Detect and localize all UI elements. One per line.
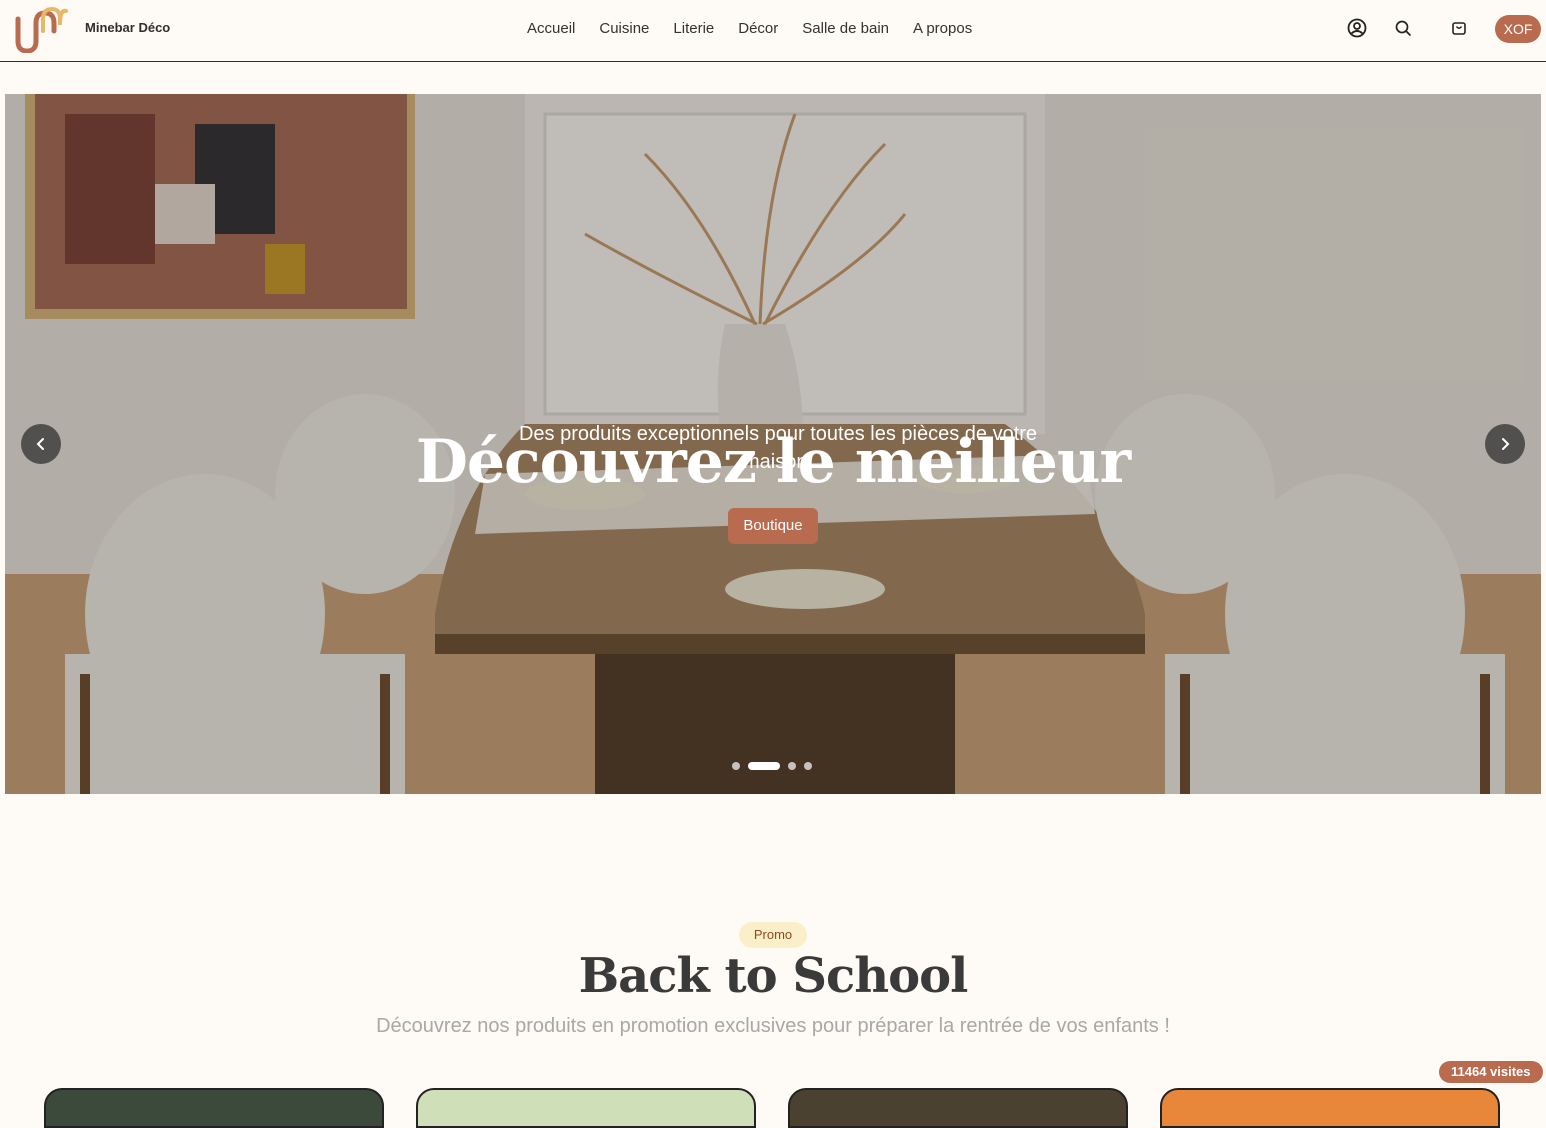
nav-decor[interactable]: Décor: [726, 18, 790, 40]
section-title: Back to School: [578, 948, 969, 1004]
brand-logo[interactable]: [10, 5, 72, 53]
product-card[interactable]: [416, 1088, 756, 1128]
carousel-dot[interactable]: [804, 762, 812, 770]
nav-accueil[interactable]: Accueil: [515, 18, 587, 40]
carousel-next-button[interactable]: [1485, 424, 1525, 464]
nav-literie[interactable]: Literie: [661, 18, 726, 40]
chevron-right-icon: [1502, 438, 1510, 450]
product-card[interactable]: [1160, 1088, 1500, 1128]
nav-cuisine[interactable]: Cuisine: [587, 18, 661, 40]
hero-carousel: Découvrez le meilleur Des produits excep…: [5, 94, 1541, 794]
search-icon[interactable]: [1392, 17, 1414, 39]
cart-icon[interactable]: [1448, 17, 1470, 39]
visit-counter-badge: 11464 visites: [1439, 1061, 1543, 1083]
boutique-button[interactable]: Boutique: [728, 508, 818, 544]
carousel-dots: [732, 762, 812, 770]
currency-selector[interactable]: XOF: [1495, 15, 1541, 43]
product-card[interactable]: [44, 1088, 384, 1128]
section-subtitle: Découvrez nos produits en promotion excl…: [376, 1015, 1170, 1037]
user-icon[interactable]: [1346, 17, 1368, 39]
product-card[interactable]: [788, 1088, 1128, 1128]
main-nav: Accueil Cuisine Literie Décor Salle de b…: [515, 18, 984, 40]
site-header: Minebar Déco Accueil Cuisine Literie Déc…: [0, 0, 1546, 62]
hero-subtitle: Des produits exceptionnels pour toutes l…: [518, 423, 1038, 473]
nav-salle-de-bain[interactable]: Salle de bain: [790, 18, 901, 40]
promo-badge: Promo: [739, 922, 807, 948]
brand-name[interactable]: Minebar Déco: [85, 20, 170, 35]
carousel-dot-active[interactable]: [748, 762, 780, 770]
nav-a-propos[interactable]: A propos: [901, 18, 984, 40]
carousel-prev-button[interactable]: [21, 424, 61, 464]
chevron-left-icon: [36, 438, 44, 450]
carousel-dot[interactable]: [788, 762, 796, 770]
carousel-dot[interactable]: [732, 762, 740, 770]
